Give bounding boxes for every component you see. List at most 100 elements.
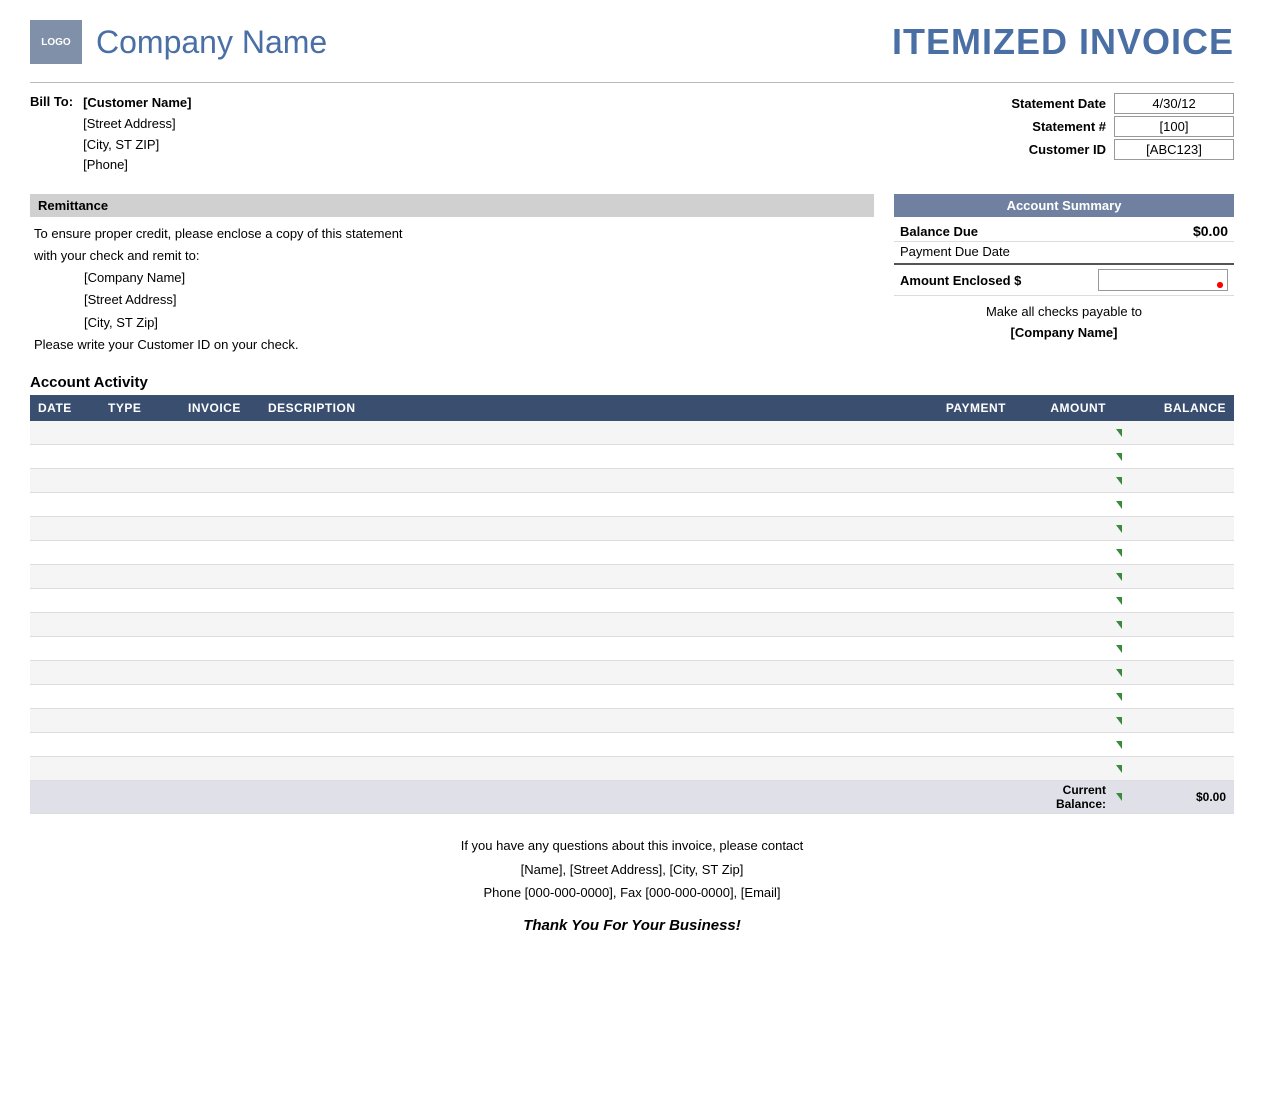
logo: LOGO	[30, 20, 82, 64]
cell-date	[30, 469, 100, 493]
table-row	[30, 637, 1234, 661]
cell-type	[100, 589, 180, 613]
statement-date-value: 4/30/12	[1114, 93, 1234, 114]
cell-type	[100, 757, 180, 781]
cell-balance	[1114, 637, 1234, 661]
cell-payment	[904, 421, 1014, 445]
checks-payable: Make all checks payable to [Company Name…	[894, 296, 1234, 346]
balance-due-row: Balance Due $0.00	[894, 221, 1234, 242]
cell-amount	[1014, 709, 1114, 733]
cell-type	[100, 469, 180, 493]
cell-amount	[1014, 637, 1114, 661]
col-date: DATE	[30, 395, 100, 421]
cell-date	[30, 445, 100, 469]
current-balance-row: Current Balance:$0.00	[30, 781, 1234, 814]
cell-balance	[1114, 445, 1234, 469]
green-triangle-icon	[1116, 549, 1122, 557]
checks-payable-company: [Company Name]	[898, 323, 1230, 344]
checks-payable-line1: Make all checks payable to	[898, 302, 1230, 323]
customer-id-label: Customer ID	[986, 142, 1106, 157]
cell-balance	[1114, 685, 1234, 709]
bill-to-label: Bill To:	[30, 93, 73, 176]
cell-date	[30, 733, 100, 757]
cell-type	[100, 421, 180, 445]
cell-date	[30, 757, 100, 781]
footer-line1: If you have any questions about this inv…	[30, 834, 1234, 857]
remittance-line1: To ensure proper credit, please enclose …	[34, 223, 870, 245]
thank-you-message: Thank You For Your Business!	[30, 912, 1234, 939]
green-triangle-icon	[1116, 453, 1122, 461]
table-row	[30, 469, 1234, 493]
cell-balance	[1114, 517, 1234, 541]
cell-date	[30, 517, 100, 541]
cell-type	[100, 685, 180, 709]
cell-payment	[904, 469, 1014, 493]
cell-invoice	[180, 685, 260, 709]
cell-type	[100, 493, 180, 517]
table-row	[30, 493, 1234, 517]
green-triangle-icon	[1116, 477, 1122, 485]
statement-number-value: [100]	[1114, 116, 1234, 137]
cell-invoice	[180, 445, 260, 469]
cell-description	[260, 709, 904, 733]
remittance-street: [Street Address]	[84, 289, 870, 311]
cell-payment	[904, 541, 1014, 565]
cell-payment	[904, 709, 1014, 733]
top-info-section: Bill To: [Customer Name] [Street Address…	[30, 93, 1234, 176]
header-divider	[30, 82, 1234, 83]
cell-invoice	[180, 469, 260, 493]
cell-balance	[1114, 469, 1234, 493]
table-row	[30, 661, 1234, 685]
table-row	[30, 709, 1234, 733]
cell-invoice	[180, 517, 260, 541]
cell-amount	[1014, 541, 1114, 565]
cell-type	[100, 613, 180, 637]
cell-type	[100, 709, 180, 733]
cell-balance	[1114, 661, 1234, 685]
cell-description	[260, 493, 904, 517]
cell-invoice	[180, 733, 260, 757]
account-summary-header: Account Summary	[894, 194, 1234, 217]
remittance-line2: with your check and remit to:	[34, 245, 870, 267]
remittance-body: To ensure proper credit, please enclose …	[30, 223, 874, 356]
cell-description	[260, 589, 904, 613]
invoice-title: ITEMIZED INVOICE	[892, 21, 1234, 63]
cell-description	[260, 421, 904, 445]
cell-date	[30, 661, 100, 685]
cell-description	[260, 613, 904, 637]
remittance-city: [City, ST Zip]	[84, 312, 870, 334]
cell-type	[100, 445, 180, 469]
statement-info: Statement Date 4/30/12 Statement # [100]…	[986, 93, 1234, 176]
cell-invoice	[180, 757, 260, 781]
cell-payment	[904, 733, 1014, 757]
cell-payment	[904, 517, 1014, 541]
cell-date	[30, 685, 100, 709]
cell-balance	[1114, 493, 1234, 517]
cell-amount	[1014, 589, 1114, 613]
cell-balance	[1114, 565, 1234, 589]
amount-enclosed-input[interactable]	[1098, 269, 1228, 291]
payment-due-date-label: Payment Due Date	[900, 244, 1010, 259]
cell-payment	[904, 493, 1014, 517]
cell-description	[260, 541, 904, 565]
col-type: TYPE	[100, 395, 180, 421]
cell-amount	[1014, 445, 1114, 469]
header-left: LOGO Company Name	[30, 20, 327, 64]
bill-to-address: [Customer Name] [Street Address] [City, …	[83, 93, 191, 176]
cell-description	[260, 637, 904, 661]
cell-balance	[1114, 541, 1234, 565]
footer-section: If you have any questions about this inv…	[30, 834, 1234, 939]
cell-invoice	[180, 493, 260, 517]
cell-invoice	[180, 565, 260, 589]
current-balance-triangle-icon	[1116, 793, 1122, 801]
cell-amount	[1014, 565, 1114, 589]
cell-type	[100, 661, 180, 685]
cell-payment	[904, 613, 1014, 637]
cell-balance	[1114, 421, 1234, 445]
activity-title: Account Activity	[30, 374, 1234, 391]
footer-line2: [Name], [Street Address], [City, ST Zip]	[30, 858, 1234, 881]
cell-description	[260, 685, 904, 709]
mid-section: Remittance To ensure proper credit, plea…	[30, 194, 1234, 356]
current-balance-label: Current Balance:	[1014, 781, 1114, 814]
green-triangle-icon	[1116, 429, 1122, 437]
